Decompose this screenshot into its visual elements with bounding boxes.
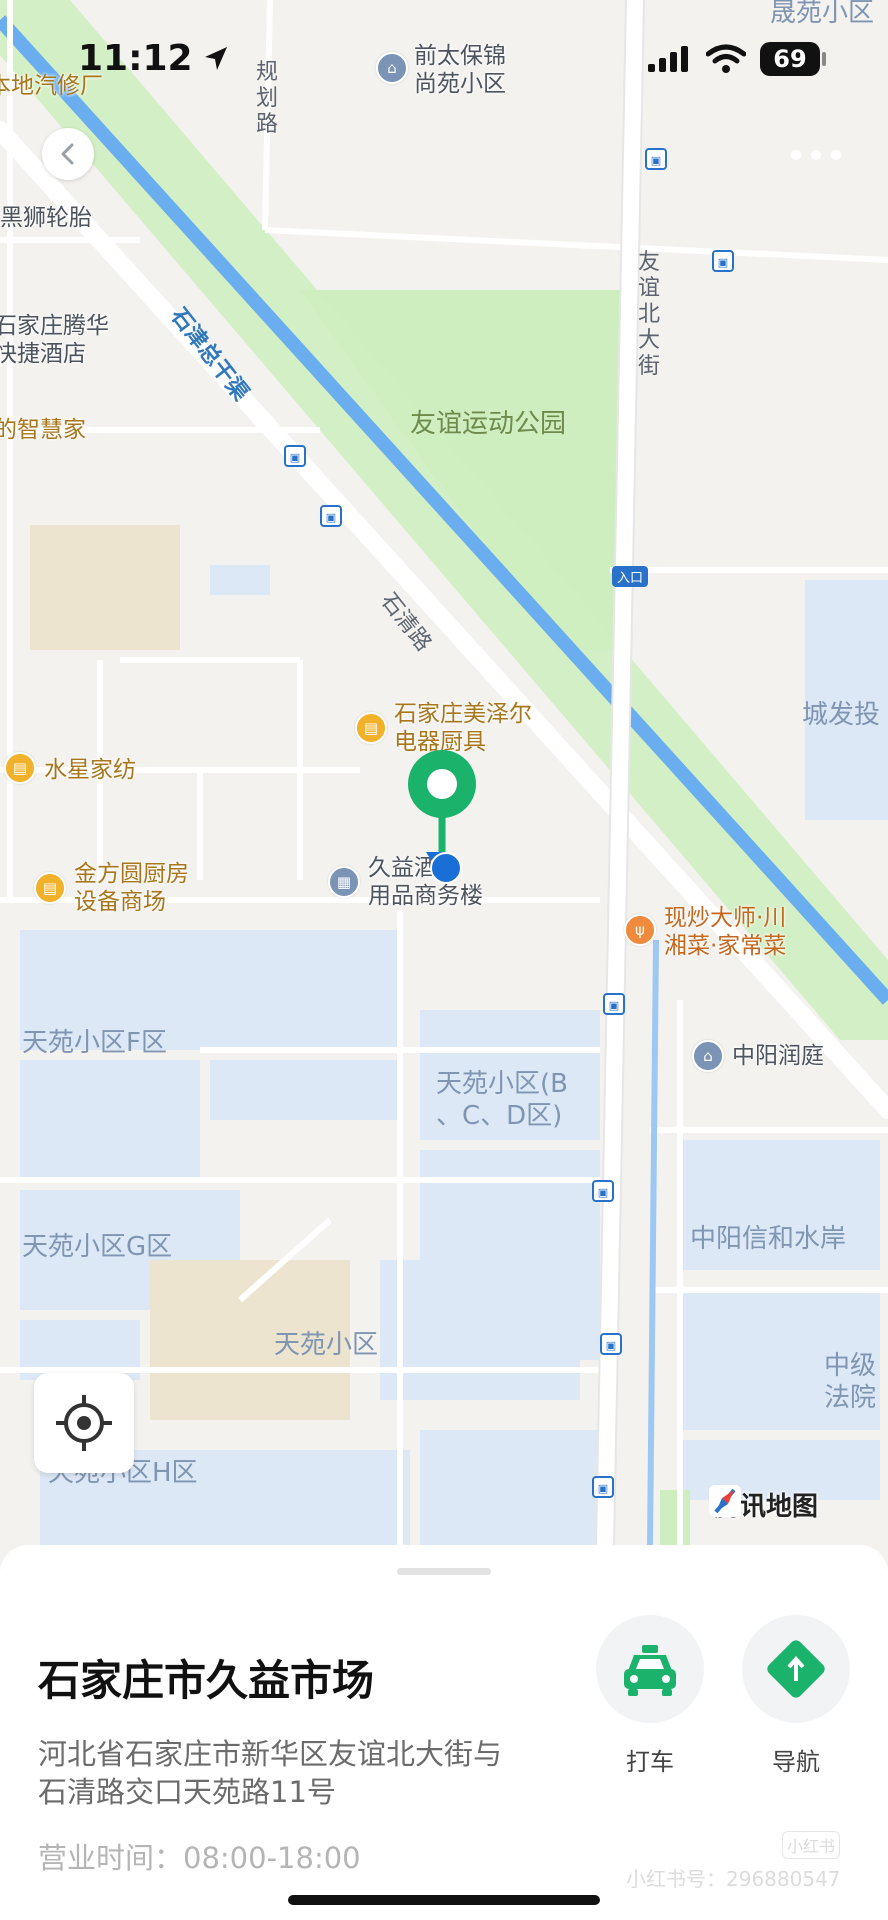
poi-label: 水星家纺 bbox=[44, 757, 136, 783]
watermark-id: 小红书号：296880547 bbox=[626, 1867, 841, 1891]
entrance-badge: 入口 bbox=[612, 566, 649, 587]
bus-stop-icon[interactable]: ▣ bbox=[600, 1333, 622, 1355]
bus-stop-icon[interactable]: ▣ bbox=[712, 250, 734, 272]
map-provider-logo: 腾讯地图 bbox=[708, 1484, 818, 1524]
poi-label: 用品商务楼 bbox=[368, 883, 483, 909]
back-button[interactable] bbox=[42, 128, 94, 180]
area-main: 天苑小区 bbox=[274, 1330, 379, 1360]
bus-stop-icon[interactable]: ▣ bbox=[592, 1180, 614, 1202]
watermark-brand: 小红书 bbox=[782, 1831, 841, 1859]
area-g: 天苑小区G区 bbox=[22, 1232, 173, 1262]
place-title: 石家庄市久益市场 bbox=[38, 1656, 375, 1705]
area-label: 天苑小区(B bbox=[436, 1069, 568, 1099]
bus-stop-icon[interactable]: ▣ bbox=[645, 148, 667, 170]
road-label-youyi: 友谊北大街 bbox=[638, 250, 661, 379]
area-f: 天苑小区F区 bbox=[22, 1028, 167, 1058]
taxi-button-circle bbox=[596, 1615, 704, 1723]
poi-heishi[interactable]: 黑狮轮胎 bbox=[0, 204, 92, 232]
bus-stop-icon[interactable]: ▣ bbox=[603, 993, 625, 1015]
cellular-signal-icon bbox=[648, 46, 688, 72]
map-view[interactable]: 规划路 石津总干渠 友谊北大街 石清路 ▣ ▣ ▣ ▣ ▣ ▣ ▣ ▣ 入口 ⌂… bbox=[0, 0, 888, 1545]
home-indicator bbox=[288, 1895, 600, 1905]
battery-level: 69 bbox=[773, 45, 807, 73]
area-court: 中级 法院 bbox=[824, 1350, 876, 1414]
status-time: 11:12 bbox=[78, 38, 231, 79]
poi-label: 现炒大师·川 bbox=[664, 905, 787, 931]
poi-tenghua[interactable]: 石家庄腾华 快捷酒店 bbox=[0, 312, 109, 368]
battery-indicator: 69 bbox=[760, 42, 820, 76]
restaurant-icon: ψ bbox=[624, 914, 656, 946]
area-chengtou: 城发投 bbox=[802, 700, 881, 730]
route-diamond-icon bbox=[767, 1640, 825, 1698]
bus-stop-icon[interactable]: ▣ bbox=[284, 445, 306, 467]
area-label: 中级 bbox=[824, 1351, 877, 1381]
area-label: 法院 bbox=[824, 1383, 877, 1413]
battery-cap-icon bbox=[822, 52, 826, 66]
bus-stop-icon[interactable]: ▣ bbox=[320, 505, 342, 527]
poi-label: 石家庄美泽尔 bbox=[394, 701, 532, 727]
navigation-label: 导航 bbox=[772, 1748, 820, 1776]
compass-logo-icon bbox=[709, 1485, 741, 1517]
poi-label: 快捷酒店 bbox=[0, 341, 86, 367]
poi-label: 设备商场 bbox=[74, 889, 166, 915]
bus-stop-icon[interactable]: ▣ bbox=[592, 1476, 614, 1498]
shop-icon: ▤ bbox=[355, 712, 387, 744]
navigation-button-circle bbox=[742, 1615, 850, 1723]
status-bar: 11:12 69 bbox=[0, 0, 888, 120]
wifi-icon bbox=[706, 44, 746, 73]
more-dots-icon bbox=[791, 150, 841, 160]
address-line: 河北省石家庄市新华区友谊北大街与 bbox=[38, 1737, 503, 1771]
sheet-drag-handle[interactable] bbox=[397, 1568, 491, 1575]
building-icon: ▦ bbox=[328, 866, 360, 898]
taxi-button[interactable]: 打车 bbox=[596, 1615, 704, 1776]
shop-icon: ▤ bbox=[34, 872, 66, 904]
crosshair-icon bbox=[56, 1395, 112, 1451]
poi-label: 石家庄腾华 bbox=[0, 313, 109, 339]
poi-zhihui[interactable]: 的智慧家 bbox=[0, 416, 86, 444]
location-arrow-icon bbox=[204, 46, 227, 70]
taxi-label: 打车 bbox=[626, 1748, 674, 1776]
park-label: 友谊运动公园 bbox=[410, 409, 567, 439]
address-line: 石清路交口天苑路11号 bbox=[38, 1775, 336, 1809]
status-time-text: 11:12 bbox=[78, 38, 193, 79]
opening-hours: 营业时间：08:00-18:00 bbox=[38, 1841, 361, 1875]
current-location-dot bbox=[424, 850, 464, 886]
area-bcd: 天苑小区(B 、C、D区) bbox=[436, 1068, 568, 1132]
poi-label: 金方圆厨房 bbox=[74, 861, 189, 887]
area-zhongyang-xinhe: 中阳信和水岸 bbox=[690, 1224, 847, 1254]
locate-button[interactable] bbox=[34, 1373, 134, 1473]
more-button[interactable] bbox=[786, 140, 846, 170]
navigation-button[interactable]: 导航 bbox=[742, 1615, 850, 1776]
shop-icon: ▤ bbox=[4, 752, 36, 784]
place-detail-sheet: 石家庄市久益市场 河北省石家庄市新华区友谊北大街与 石清路交口天苑路11号 营业… bbox=[0, 1545, 888, 1920]
poi-label: 中阳润庭 bbox=[732, 1043, 824, 1069]
taxi-icon bbox=[624, 1645, 676, 1696]
poi-label: 湘菜·家常菜 bbox=[664, 933, 787, 959]
place-address: 河北省石家庄市新华区友谊北大街与 石清路交口天苑路11号 bbox=[38, 1735, 502, 1811]
chevron-left-icon bbox=[61, 143, 74, 165]
area-label: 、C、D区) bbox=[436, 1101, 563, 1131]
residence-icon: ⌂ bbox=[692, 1040, 724, 1072]
